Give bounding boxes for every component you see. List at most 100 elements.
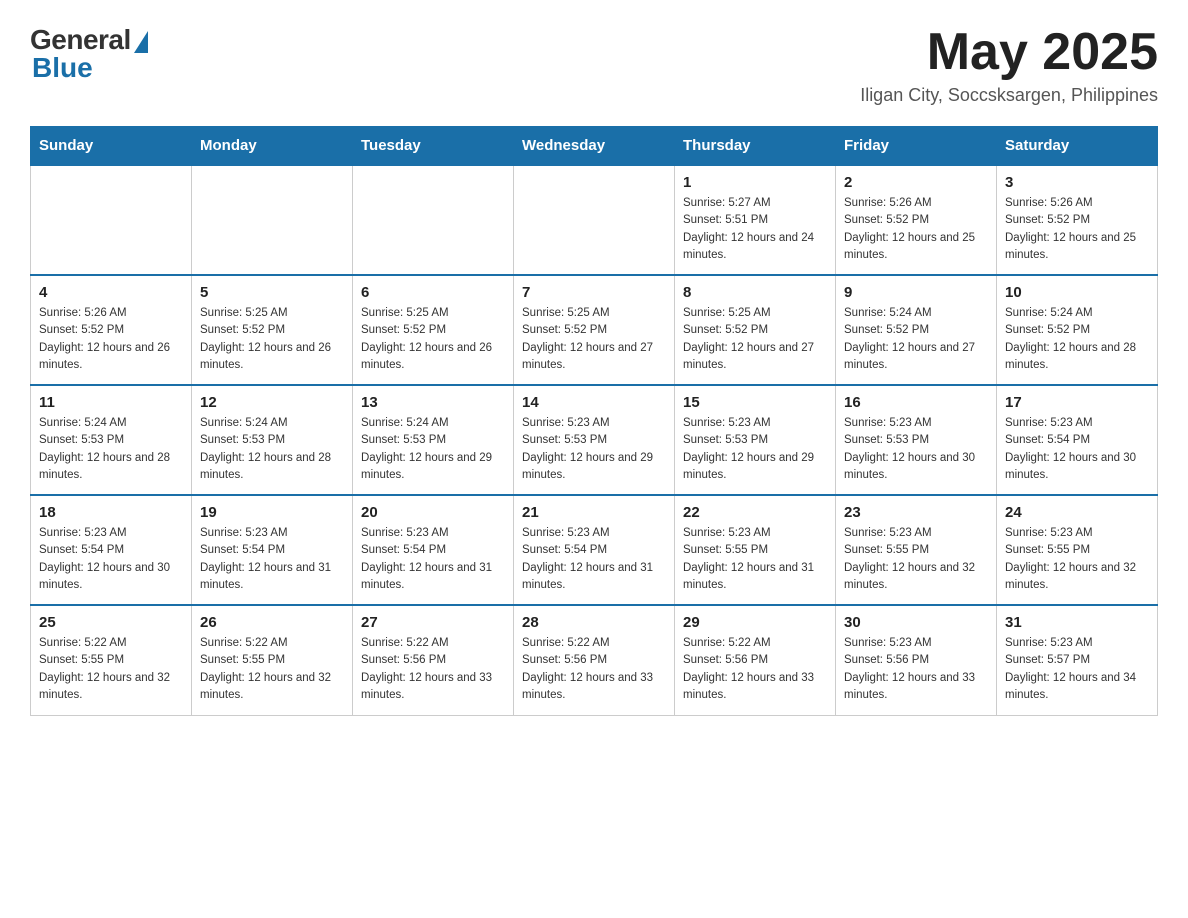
calendar-day-cell: 5 Sunrise: 5:25 AMSunset: 5:52 PMDaylight… <box>192 275 353 385</box>
day-info: Sunrise: 5:25 AMSunset: 5:52 PMDaylight:… <box>683 305 827 374</box>
calendar-day-cell: 10 Sunrise: 5:24 AMSunset: 5:52 PMDayligh… <box>997 275 1158 385</box>
day-info: Sunrise: 5:24 AMSunset: 5:52 PMDaylight:… <box>844 305 988 374</box>
calendar-day-cell: 22 Sunrise: 5:23 AMSunset: 5:55 PMDayligh… <box>675 495 836 605</box>
logo-triangle-icon <box>134 31 148 53</box>
day-number: 10 <box>1005 284 1149 301</box>
day-number: 2 <box>844 174 988 191</box>
day-number: 18 <box>39 504 183 521</box>
calendar-day-cell <box>31 165 192 275</box>
calendar-week-row: 25 Sunrise: 5:22 AMSunset: 5:55 PMDayligh… <box>31 605 1158 715</box>
day-info: Sunrise: 5:23 AMSunset: 5:54 PMDaylight:… <box>39 525 183 594</box>
day-number: 28 <box>522 614 666 631</box>
location-subtitle: Iligan City, Soccsksargen, Philippines <box>860 85 1158 106</box>
calendar-day-cell <box>192 165 353 275</box>
calendar-header-tuesday: Tuesday <box>353 127 514 166</box>
calendar-day-cell: 8 Sunrise: 5:25 AMSunset: 5:52 PMDaylight… <box>675 275 836 385</box>
calendar-day-cell: 19 Sunrise: 5:23 AMSunset: 5:54 PMDayligh… <box>192 495 353 605</box>
day-info: Sunrise: 5:23 AMSunset: 5:54 PMDaylight:… <box>1005 415 1149 484</box>
title-section: May 2025 Iligan City, Soccsksargen, Phil… <box>860 24 1158 106</box>
day-info: Sunrise: 5:25 AMSunset: 5:52 PMDaylight:… <box>522 305 666 374</box>
day-number: 4 <box>39 284 183 301</box>
day-number: 1 <box>683 174 827 191</box>
logo: General Blue <box>30 24 148 84</box>
day-info: Sunrise: 5:22 AMSunset: 5:55 PMDaylight:… <box>200 635 344 704</box>
calendar-week-row: 11 Sunrise: 5:24 AMSunset: 5:53 PMDayligh… <box>31 385 1158 495</box>
calendar-day-cell: 30 Sunrise: 5:23 AMSunset: 5:56 PMDayligh… <box>836 605 997 715</box>
day-number: 20 <box>361 504 505 521</box>
calendar-day-cell: 26 Sunrise: 5:22 AMSunset: 5:55 PMDayligh… <box>192 605 353 715</box>
day-info: Sunrise: 5:26 AMSunset: 5:52 PMDaylight:… <box>39 305 183 374</box>
calendar-header-wednesday: Wednesday <box>514 127 675 166</box>
day-info: Sunrise: 5:22 AMSunset: 5:56 PMDaylight:… <box>361 635 505 704</box>
day-number: 26 <box>200 614 344 631</box>
day-number: 14 <box>522 394 666 411</box>
calendar-day-cell: 16Sunrise: 5:23 AMSunset: 5:53 PMDayligh… <box>836 385 997 495</box>
calendar-table: SundayMondayTuesdayWednesdayThursdayFrid… <box>30 126 1158 716</box>
calendar-header-thursday: Thursday <box>675 127 836 166</box>
calendar-day-cell: 1 Sunrise: 5:27 AMSunset: 5:51 PMDaylight… <box>675 165 836 275</box>
day-number: 13 <box>361 394 505 411</box>
calendar-day-cell: 3 Sunrise: 5:26 AMSunset: 5:52 PMDaylight… <box>997 165 1158 275</box>
day-info: Sunrise: 5:24 AMSunset: 5:53 PMDaylight:… <box>361 415 505 484</box>
day-number: 31 <box>1005 614 1149 631</box>
calendar-header-monday: Monday <box>192 127 353 166</box>
day-number: 30 <box>844 614 988 631</box>
day-info: Sunrise: 5:23 AMSunset: 5:56 PMDaylight:… <box>844 635 988 704</box>
day-info: Sunrise: 5:23 AMSunset: 5:53 PMDaylight:… <box>683 415 827 484</box>
day-number: 23 <box>844 504 988 521</box>
day-number: 17 <box>1005 394 1149 411</box>
day-number: 5 <box>200 284 344 301</box>
day-number: 12 <box>200 394 344 411</box>
day-number: 27 <box>361 614 505 631</box>
day-number: 9 <box>844 284 988 301</box>
day-info: Sunrise: 5:23 AMSunset: 5:53 PMDaylight:… <box>522 415 666 484</box>
day-info: Sunrise: 5:25 AMSunset: 5:52 PMDaylight:… <box>200 305 344 374</box>
day-number: 6 <box>361 284 505 301</box>
page-header: General Blue May 2025 Iligan City, Soccs… <box>30 24 1158 106</box>
day-info: Sunrise: 5:23 AMSunset: 5:55 PMDaylight:… <box>683 525 827 594</box>
day-info: Sunrise: 5:22 AMSunset: 5:55 PMDaylight:… <box>39 635 183 704</box>
calendar-day-cell: 6Sunrise: 5:25 AMSunset: 5:52 PMDaylight… <box>353 275 514 385</box>
day-number: 11 <box>39 394 183 411</box>
day-info: Sunrise: 5:23 AMSunset: 5:55 PMDaylight:… <box>1005 525 1149 594</box>
day-number: 15 <box>683 394 827 411</box>
calendar-day-cell: 29 Sunrise: 5:22 AMSunset: 5:56 PMDayligh… <box>675 605 836 715</box>
calendar-day-cell: 28 Sunrise: 5:22 AMSunset: 5:56 PMDayligh… <box>514 605 675 715</box>
day-number: 16 <box>844 394 988 411</box>
day-number: 24 <box>1005 504 1149 521</box>
calendar-day-cell: 25 Sunrise: 5:22 AMSunset: 5:55 PMDayligh… <box>31 605 192 715</box>
day-number: 3 <box>1005 174 1149 191</box>
day-info: Sunrise: 5:26 AMSunset: 5:52 PMDaylight:… <box>1005 195 1149 264</box>
calendar-day-cell: 15 Sunrise: 5:23 AMSunset: 5:53 PMDayligh… <box>675 385 836 495</box>
calendar-day-cell: 20 Sunrise: 5:23 AMSunset: 5:54 PMDayligh… <box>353 495 514 605</box>
month-year-title: May 2025 <box>860 24 1158 81</box>
day-info: Sunrise: 5:24 AMSunset: 5:52 PMDaylight:… <box>1005 305 1149 374</box>
calendar-day-cell: 24 Sunrise: 5:23 AMSunset: 5:55 PMDayligh… <box>997 495 1158 605</box>
day-info: Sunrise: 5:23 AMSunset: 5:54 PMDaylight:… <box>361 525 505 594</box>
calendar-header-row: SundayMondayTuesdayWednesdayThursdayFrid… <box>31 127 1158 166</box>
day-info: Sunrise: 5:23 AMSunset: 5:57 PMDaylight:… <box>1005 635 1149 704</box>
calendar-day-cell: 21Sunrise: 5:23 AMSunset: 5:54 PMDayligh… <box>514 495 675 605</box>
calendar-day-cell <box>353 165 514 275</box>
calendar-day-cell: 27 Sunrise: 5:22 AMSunset: 5:56 PMDayligh… <box>353 605 514 715</box>
day-number: 22 <box>683 504 827 521</box>
day-info: Sunrise: 5:22 AMSunset: 5:56 PMDaylight:… <box>522 635 666 704</box>
day-number: 8 <box>683 284 827 301</box>
day-number: 7 <box>522 284 666 301</box>
day-info: Sunrise: 5:27 AMSunset: 5:51 PMDaylight:… <box>683 195 827 264</box>
day-info: Sunrise: 5:23 AMSunset: 5:54 PMDaylight:… <box>200 525 344 594</box>
calendar-day-cell: 2Sunrise: 5:26 AMSunset: 5:52 PMDaylight… <box>836 165 997 275</box>
day-number: 19 <box>200 504 344 521</box>
calendar-day-cell: 4 Sunrise: 5:26 AMSunset: 5:52 PMDaylight… <box>31 275 192 385</box>
day-info: Sunrise: 5:22 AMSunset: 5:56 PMDaylight:… <box>683 635 827 704</box>
calendar-week-row: 4 Sunrise: 5:26 AMSunset: 5:52 PMDaylight… <box>31 275 1158 385</box>
calendar-day-cell: 7 Sunrise: 5:25 AMSunset: 5:52 PMDaylight… <box>514 275 675 385</box>
day-info: Sunrise: 5:24 AMSunset: 5:53 PMDaylight:… <box>39 415 183 484</box>
calendar-day-cell: 9 Sunrise: 5:24 AMSunset: 5:52 PMDaylight… <box>836 275 997 385</box>
day-number: 25 <box>39 614 183 631</box>
calendar-day-cell: 17 Sunrise: 5:23 AMSunset: 5:54 PMDayligh… <box>997 385 1158 495</box>
day-number: 29 <box>683 614 827 631</box>
day-info: Sunrise: 5:23 AMSunset: 5:55 PMDaylight:… <box>844 525 988 594</box>
calendar-week-row: 18 Sunrise: 5:23 AMSunset: 5:54 PMDayligh… <box>31 495 1158 605</box>
calendar-day-cell: 12Sunrise: 5:24 AMSunset: 5:53 PMDayligh… <box>192 385 353 495</box>
